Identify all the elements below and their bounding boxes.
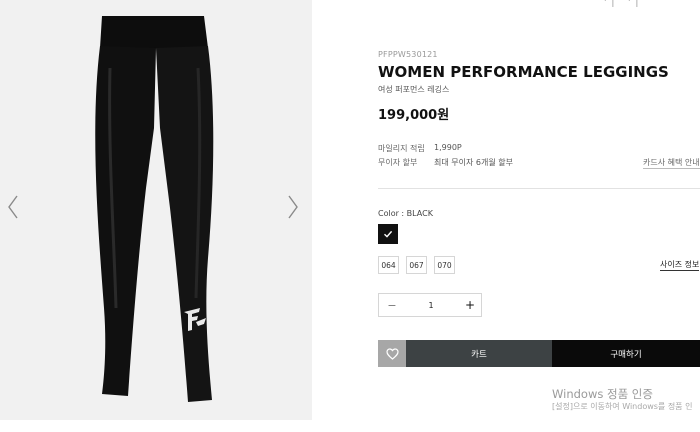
cart-button[interactable]: 카트 bbox=[406, 340, 552, 367]
size-guide-link[interactable]: 사이즈 정보 bbox=[660, 259, 700, 271]
windows-activation-subtitle: [설정]으로 이동하여 Windows를 정품 인 bbox=[552, 402, 693, 411]
divider bbox=[378, 188, 700, 189]
quantity-value[interactable]: 1 bbox=[405, 294, 457, 316]
windows-activation-title: Windows 정품 인증 bbox=[552, 387, 653, 401]
product-price: 199,000원 bbox=[378, 108, 450, 123]
product-subtitle: 여성 퍼포먼스 레깅스 bbox=[378, 85, 450, 94]
mileage-value: 1,990P bbox=[434, 143, 462, 152]
chevron-left-icon[interactable] bbox=[6, 194, 20, 220]
color-swatch-black[interactable] bbox=[378, 224, 398, 244]
product-title: WOMEN PERFORMANCE LEGGINGS bbox=[378, 63, 669, 81]
top-nav-fragment: ' | bbox=[628, 0, 640, 8]
size-option-064[interactable]: 064 bbox=[378, 256, 399, 274]
top-nav-fragment: ' | bbox=[604, 0, 616, 8]
installment-label: 무이자 할부 bbox=[378, 158, 418, 167]
quantity-stepper: − 1 + bbox=[378, 293, 482, 317]
checkmark-icon bbox=[384, 230, 393, 238]
chevron-right-icon[interactable] bbox=[286, 194, 300, 220]
size-option-070[interactable]: 070 bbox=[434, 256, 455, 274]
wishlist-button[interactable] bbox=[378, 340, 406, 367]
mileage-label: 마일리지 적립 bbox=[378, 144, 425, 153]
heart-icon bbox=[385, 347, 399, 360]
quantity-decrease-button[interactable]: − bbox=[379, 294, 405, 316]
size-option-067[interactable]: 067 bbox=[406, 256, 427, 274]
color-label: Color : BLACK bbox=[378, 209, 433, 218]
quantity-increase-button[interactable]: + bbox=[457, 294, 483, 316]
installment-value: 최대 무이자 6개월 할부 bbox=[434, 158, 513, 167]
product-image-gallery bbox=[0, 0, 312, 420]
buy-button[interactable]: 구매하기 bbox=[552, 340, 700, 367]
card-benefit-link[interactable]: 카드사 혜택 안내 bbox=[643, 157, 700, 169]
product-image bbox=[95, 16, 214, 402]
product-sku: PFPPW530121 bbox=[378, 50, 438, 59]
